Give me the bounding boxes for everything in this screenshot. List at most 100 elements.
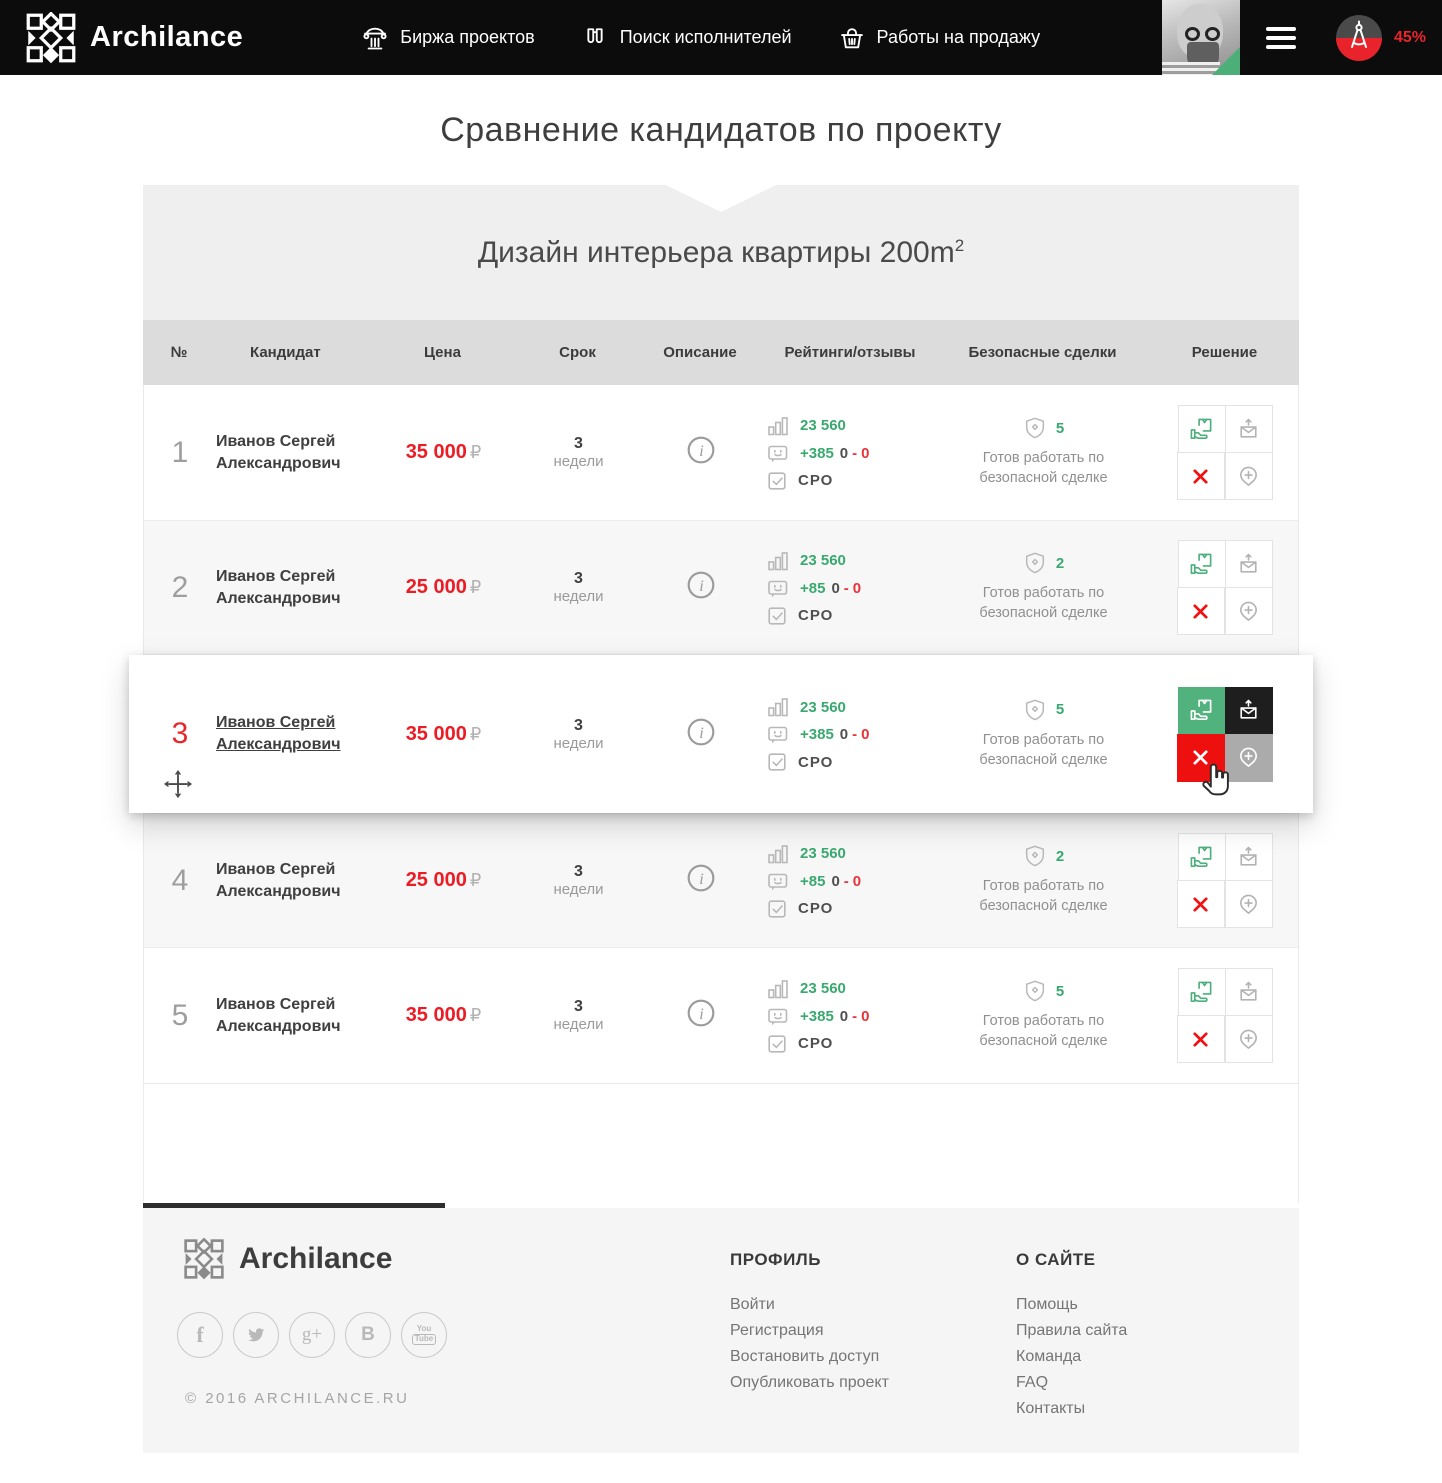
hire-deal-button[interactable]	[1178, 405, 1226, 453]
reject-button[interactable]	[1177, 452, 1225, 500]
info-icon[interactable]	[686, 435, 716, 465]
pin-plus-icon	[1237, 746, 1260, 769]
send-mail-icon	[1237, 699, 1260, 722]
hire-deal-button[interactable]	[1178, 968, 1226, 1016]
add-location-button[interactable]	[1225, 880, 1273, 928]
footer-link-team[interactable]: Команда	[1016, 1344, 1127, 1370]
price-cell: 35 000₽	[366, 441, 521, 464]
footer-link-register[interactable]: Регистрация	[730, 1318, 889, 1344]
price-value: 25 000	[406, 576, 467, 598]
checkbox-icon	[766, 751, 788, 773]
currency-sign: ₽	[470, 870, 481, 891]
profile-progress-badge[interactable]	[1336, 15, 1382, 61]
add-location-button[interactable]	[1225, 587, 1273, 635]
deal-handshake-icon	[1189, 698, 1214, 723]
ratings-cell: 23 560 +3850-0 СРО	[766, 410, 936, 496]
user-avatar[interactable]	[1162, 0, 1240, 75]
google-plus-icon[interactable]: g+	[289, 1312, 335, 1358]
column-header-candidate: Кандидат	[215, 344, 365, 361]
ratings-cell: 23 560 +850-0 СРО	[766, 545, 936, 631]
hire-deal-button[interactable]	[1178, 833, 1226, 881]
footer-link-login[interactable]: Войти	[730, 1292, 889, 1318]
safe-deals-count: 5	[1056, 701, 1064, 718]
candidate-name-link[interactable]: Иванов Сергей Александрович	[216, 859, 348, 902]
send-message-button[interactable]	[1225, 833, 1273, 881]
currency-sign: ₽	[470, 442, 481, 463]
hamburger-menu-icon[interactable]	[1266, 27, 1296, 49]
project-title: Дизайн интерьера квартиры 200m2	[478, 236, 964, 270]
hire-deal-button[interactable]	[1178, 687, 1226, 735]
neutral-reviews: 0	[840, 445, 848, 462]
nav-item-works-for-sale[interactable]: Работы на продажу	[838, 24, 1041, 52]
candidate-name-link[interactable]: Иванов Сергей Александрович	[216, 566, 348, 609]
sro-certificate: СРО	[798, 1035, 833, 1052]
youtube-icon[interactable]: YouTube	[401, 1312, 447, 1358]
send-message-button[interactable]	[1225, 968, 1273, 1016]
candidate-name-link[interactable]: Иванов Сергей Александрович	[216, 712, 348, 755]
send-message-button[interactable]	[1225, 687, 1273, 735]
add-location-button[interactable]	[1225, 452, 1273, 500]
sro-certificate: СРО	[798, 900, 833, 917]
safe-deal-text: Готов работать по безопасной сделке	[961, 449, 1126, 488]
footer-link-restore-access[interactable]: Востановить доступ	[730, 1344, 889, 1370]
send-message-button[interactable]	[1225, 540, 1273, 588]
term-unit: недели	[521, 881, 636, 898]
info-icon[interactable]	[686, 717, 716, 747]
safe-deals-count: 5	[1056, 983, 1064, 1000]
candidate-name-link[interactable]: Иванов Сергей Александрович	[216, 994, 348, 1037]
footer-link-site-rules[interactable]: Правила сайта	[1016, 1318, 1127, 1344]
nav-label: Поиск исполнителей	[620, 27, 792, 48]
twitter-icon[interactable]	[233, 1312, 279, 1358]
footer-link-faq[interactable]: FAQ	[1016, 1370, 1127, 1396]
neutral-reviews: 0	[831, 580, 839, 597]
table-row: 1 Иванов Сергей Александрович 35 000₽ 3 …	[144, 385, 1298, 520]
neutral-reviews: 0	[840, 726, 848, 743]
reviews-separator: -	[852, 726, 857, 743]
info-icon[interactable]	[686, 863, 716, 893]
reject-button[interactable]	[1177, 880, 1225, 928]
column-header-description: Описание	[635, 344, 765, 361]
mouse-cursor-pointer	[1200, 761, 1236, 801]
column-icon	[361, 24, 389, 52]
deal-handshake-icon	[1189, 417, 1214, 442]
vk-icon[interactable]: В	[345, 1312, 391, 1358]
decision-buttons	[1178, 687, 1274, 782]
archilance-logo-icon	[183, 1238, 225, 1280]
info-icon[interactable]	[686, 570, 716, 600]
reviews-comment-icon	[766, 723, 790, 747]
add-location-button[interactable]	[1225, 1015, 1273, 1063]
views-count: 23 560	[800, 417, 846, 434]
footer-link-contacts[interactable]: Контакты	[1016, 1396, 1127, 1422]
footer-brand[interactable]: Archilance	[183, 1238, 392, 1280]
safe-deals-cell: 2 Готов работать по безопасной сделке	[936, 844, 1151, 916]
safe-deal-text: Готов работать по безопасной сделке	[961, 1012, 1126, 1051]
hire-deal-button[interactable]	[1178, 540, 1226, 588]
footer-link-help[interactable]: Помощь	[1016, 1292, 1127, 1318]
reviews-separator: -	[844, 580, 849, 597]
footer-link-publish-project[interactable]: Опубликовать проект	[730, 1370, 889, 1396]
reject-button[interactable]	[1177, 1015, 1225, 1063]
nav-item-find-performers[interactable]: Поиск исполнителей	[581, 24, 792, 52]
shield-icon	[1023, 844, 1047, 868]
brand[interactable]: Archilance	[25, 12, 243, 64]
reviews-separator: -	[844, 873, 849, 890]
neutral-reviews: 0	[831, 873, 839, 890]
nav-item-projects-exchange[interactable]: Биржа проектов	[361, 24, 534, 52]
safe-deals-cell: 5 Готов работать по безопасной сделке	[936, 979, 1151, 1051]
reject-button[interactable]	[1177, 587, 1225, 635]
views-count: 23 560	[800, 699, 846, 716]
sro-certificate: СРО	[798, 472, 833, 489]
drag-move-icon[interactable]	[163, 769, 193, 799]
row-number: 1	[144, 436, 216, 470]
table-row: 5 Иванов Сергей Александрович 35 000₽ 3 …	[144, 948, 1298, 1083]
candidate-name-link[interactable]: Иванов Сергей Александрович	[216, 431, 348, 474]
page: Archilance Биржа проектов Поиск исполнит…	[0, 0, 1442, 1483]
facebook-icon[interactable]: f	[177, 1312, 223, 1358]
send-message-button[interactable]	[1225, 405, 1273, 453]
currency-sign: ₽	[470, 577, 481, 598]
price-cell: 35 000₽	[366, 1004, 521, 1027]
basket-icon	[838, 24, 866, 52]
deal-handshake-icon	[1189, 980, 1214, 1005]
column-header-ratings: Рейтинги/отзывы	[765, 344, 935, 361]
info-icon[interactable]	[686, 998, 716, 1028]
